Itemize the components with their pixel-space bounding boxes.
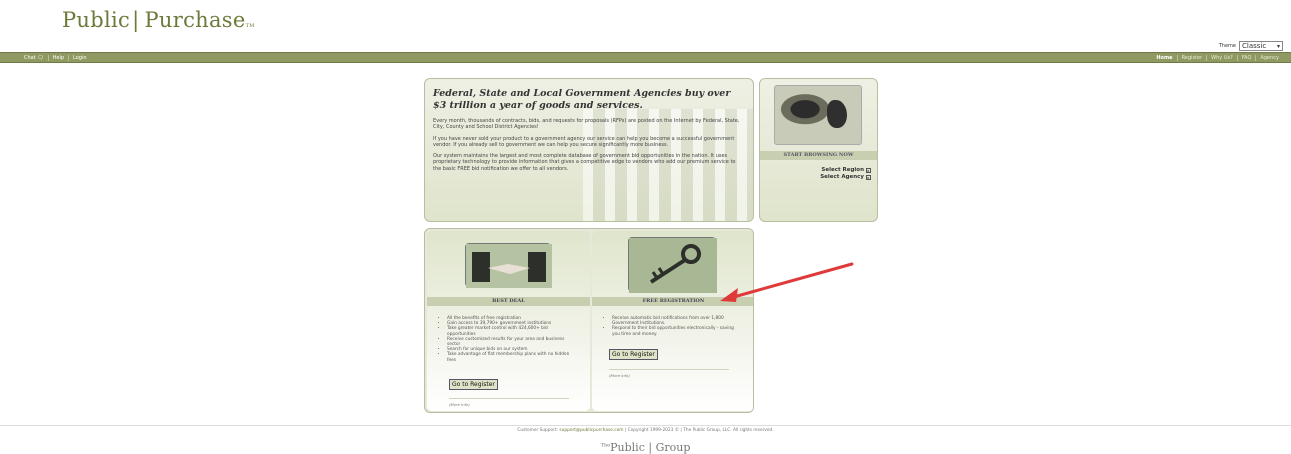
select-region-link[interactable]: Select Region ▸: [821, 167, 871, 173]
best-deal-divider: [449, 398, 569, 399]
logo-word-purchase: Purchase: [144, 8, 246, 32]
logo-divider: |: [132, 8, 140, 32]
list-item: Receive customized results for your area…: [447, 337, 576, 347]
public-group-logo[interactable]: ThePublic | Group: [0, 441, 1291, 454]
free-registration-register-button[interactable]: Go to Register: [609, 349, 658, 360]
nav-why-us-link[interactable]: Why Us?: [1206, 55, 1237, 61]
nav-home-link[interactable]: Home: [1152, 55, 1176, 61]
nav-chat-link[interactable]: Chat 🗨: [20, 55, 48, 61]
select-agency-label: Select Agency: [820, 174, 864, 180]
select-region-label: Select Region: [821, 167, 864, 173]
footer-prefix: Customer Support:: [517, 428, 559, 433]
handshake-image: [465, 243, 552, 288]
footer-logo-public: Public: [610, 441, 645, 454]
world-map-image: [774, 85, 862, 145]
public-purchase-logo[interactable]: Public| PurchaseTM: [62, 8, 255, 32]
footer-text: Customer Support: support@publicpurchase…: [0, 428, 1291, 433]
top-navbar: Chat 🗨 Help Login Home Register Why Us? …: [0, 52, 1291, 63]
footer-support-email-link[interactable]: support@publicpurchase.com: [559, 428, 623, 433]
chevron-down-icon: ▾: [1276, 42, 1280, 50]
hero-paragraph-3: Our system maintains the largest and mos…: [433, 153, 736, 172]
select-agency-link[interactable]: Select Agency ▸: [820, 174, 871, 180]
theme-selected-value: Classic: [1242, 42, 1267, 50]
free-registration-list: Receive automatic bid notifications from…: [606, 316, 741, 337]
theme-selector-row: Theme Classic ▾: [1219, 41, 1283, 51]
browse-panel: START BROWSING NOW Select Region ▸ Selec…: [759, 78, 878, 222]
hero-title: Federal, State and Local Government Agen…: [433, 88, 731, 111]
nav-agency-link[interactable]: Agency: [1255, 55, 1283, 61]
best-deal-column: BEST DEAL All the benefits of free regis…: [427, 231, 590, 411]
nav-faq-link[interactable]: FAQ: [1236, 55, 1256, 61]
offers-panel: BEST DEAL All the benefits of free regis…: [424, 228, 754, 413]
red-arrow-annotation: [720, 262, 854, 302]
nav-login-link[interactable]: Login: [68, 55, 91, 61]
footer-logo-group: Group: [655, 441, 691, 454]
footer-logo-the: The: [600, 442, 611, 449]
free-registration-divider: [609, 369, 729, 370]
list-item: Receive automatic bid notifications from…: [612, 316, 741, 326]
best-deal-register-button[interactable]: Go to Register: [449, 379, 498, 390]
nav-left-group: Chat 🗨 Help Login: [20, 55, 91, 61]
logo-word-public: Public: [62, 8, 131, 32]
footer-copyright: | Copyright 1999-2023 © | The Public Gro…: [624, 428, 774, 433]
hero-paragraph-2: If you have never sold your product to a…: [433, 135, 735, 148]
expand-icon: ▸: [866, 167, 871, 173]
nav-register-link[interactable]: Register: [1176, 55, 1207, 61]
expand-icon: ▸: [866, 174, 871, 180]
nav-help-link[interactable]: Help: [47, 55, 68, 61]
nav-right-group: Home Register Why Us? FAQ Agency: [1152, 55, 1283, 61]
hero-paragraph-1: Every month, thousands of contracts, bid…: [433, 118, 740, 131]
logo-tm: TM: [245, 23, 255, 29]
list-item: Take greater market control with 424,600…: [447, 326, 576, 336]
best-deal-header: BEST DEAL: [427, 297, 590, 306]
theme-select[interactable]: Classic ▾: [1239, 41, 1283, 51]
hero-panel: Federal, State and Local Government Agen…: [424, 78, 754, 222]
best-deal-list: All the benefits of free registration Ga…: [441, 316, 576, 363]
theme-label: Theme: [1218, 43, 1236, 49]
browse-header: START BROWSING NOW: [760, 151, 877, 160]
best-deal-more-info-link[interactable]: (More Info): [449, 402, 470, 407]
list-item: Take advantage of flat membership plans …: [447, 352, 576, 362]
footer-divider: [0, 425, 1291, 426]
free-registration-more-info-link[interactable]: (More Info): [609, 373, 630, 378]
list-item: Respond to their bid opportunities elect…: [612, 326, 741, 336]
